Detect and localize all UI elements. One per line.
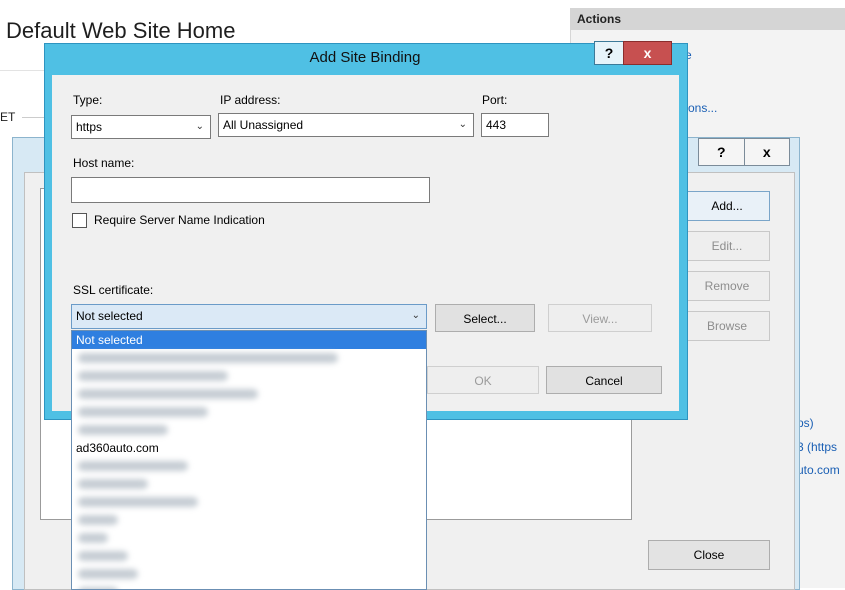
close-bindings-button[interactable]: Close — [648, 540, 770, 570]
remove-binding-button[interactable]: Remove — [684, 271, 770, 301]
help-button[interactable]: ? — [699, 139, 745, 165]
port-input[interactable]: 443 — [481, 113, 549, 137]
edit-binding-button[interactable]: Edit... — [684, 231, 770, 261]
list-item[interactable] — [72, 421, 426, 439]
view-certificate-button[interactable]: View... — [548, 304, 652, 332]
connections-divider — [22, 117, 46, 118]
select-certificate-button[interactable]: Select... — [435, 304, 535, 332]
actions-link-fragment[interactable]: uto.com — [797, 463, 840, 477]
list-item[interactable] — [72, 385, 426, 403]
ssl-certificate-value: Not selected — [76, 309, 143, 323]
add-binding-button[interactable]: Add... — [684, 191, 770, 221]
site-bindings-title-buttons: ? x — [698, 138, 790, 166]
close-button[interactable]: x — [623, 41, 672, 65]
close-icon[interactable]: x — [745, 139, 790, 165]
window-title: Default Web Site Home — [6, 18, 236, 43]
list-item[interactable] — [72, 565, 426, 583]
ok-button[interactable]: OK — [427, 366, 539, 394]
list-item[interactable] — [72, 583, 426, 589]
list-item[interactable] — [72, 493, 426, 511]
actions-link-fragment[interactable]: 3 (https — [797, 440, 837, 454]
ssl-certificate-label: SSL certificate: — [73, 283, 154, 297]
port-label: Port: — [482, 93, 508, 107]
chevron-down-icon: ⌄ — [458, 119, 467, 130]
chevron-down-icon: ⌄ — [411, 310, 420, 321]
help-button[interactable]: ? — [594, 41, 624, 65]
chevron-down-icon: ⌄ — [195, 121, 204, 132]
connections-fragment: ET — [0, 110, 16, 124]
host-name-label: Host name: — [73, 156, 135, 170]
require-sni-checkbox[interactable] — [72, 213, 87, 228]
cancel-button[interactable]: Cancel — [546, 366, 662, 394]
require-sni-label[interactable]: Require Server Name Indication — [94, 213, 265, 227]
ip-address-label: IP address: — [220, 93, 281, 107]
list-item[interactable] — [72, 403, 426, 421]
list-item[interactable] — [72, 547, 426, 565]
ip-address-select[interactable]: All Unassigned ⌄ — [218, 113, 474, 137]
dialog-title: Add Site Binding — [309, 49, 421, 66]
list-item[interactable] — [72, 511, 426, 529]
type-select[interactable]: https ⌄ — [71, 115, 211, 139]
list-item[interactable] — [72, 349, 426, 367]
list-item[interactable] — [72, 529, 426, 547]
actions-link-fragment[interactable]: ons... — [688, 101, 717, 115]
list-item[interactable]: ad360auto.com — [72, 439, 426, 457]
list-item[interactable] — [72, 457, 426, 475]
type-value: https — [76, 120, 103, 134]
browse-binding-button[interactable]: Browse — [684, 311, 770, 341]
list-item[interactable]: Not selected — [72, 331, 426, 349]
list-item[interactable] — [72, 475, 426, 493]
actions-title: Actions — [577, 12, 622, 26]
ssl-certificate-dropdown-list[interactable]: Not selected ad360auto.com — [71, 330, 427, 590]
type-label: Type: — [73, 93, 103, 107]
list-item[interactable] — [72, 367, 426, 385]
host-name-input[interactable] — [71, 177, 430, 203]
ip-address-value: All Unassigned — [223, 118, 304, 132]
ssl-certificate-select[interactable]: Not selected ⌄ — [71, 304, 427, 329]
